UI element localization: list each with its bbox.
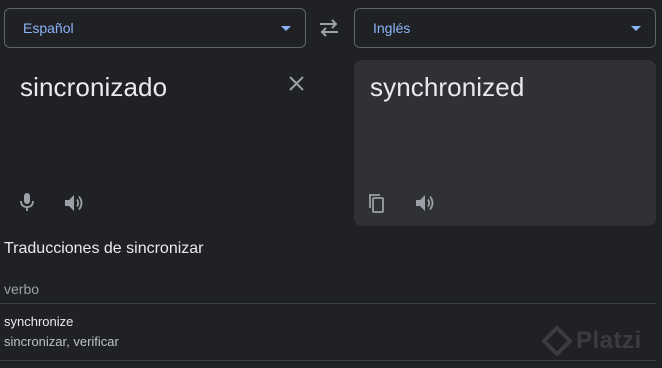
dictionary-entry-word[interactable]: synchronize <box>4 314 73 329</box>
listen-source-button[interactable] <box>62 191 86 215</box>
part-of-speech-label: verbo <box>4 281 40 297</box>
copy-icon <box>369 194 384 213</box>
chevron-down-icon <box>631 25 641 31</box>
platzi-watermark: Platzi <box>542 326 642 356</box>
target-language-select[interactable]: Inglés <box>354 8 656 48</box>
copy-translation-button[interactable] <box>365 191 389 215</box>
platzi-logo-icon <box>542 326 572 356</box>
speaker-icon <box>416 195 434 211</box>
divider <box>0 360 656 361</box>
watermark-text: Platzi <box>576 327 642 354</box>
target-language-label: Inglés <box>373 20 411 36</box>
translated-text: synchronized <box>370 72 525 102</box>
source-language-select[interactable]: Español <box>4 8 306 48</box>
source-language-label: Español <box>23 20 74 36</box>
listen-translation-button[interactable] <box>413 191 437 215</box>
source-text-input[interactable]: sincronizado <box>20 72 167 103</box>
dictionary-entry-translations: sincronizar, verificar <box>4 334 119 349</box>
clear-source-button[interactable] <box>284 72 308 96</box>
swap-languages-button[interactable] <box>316 17 342 39</box>
close-icon <box>289 76 304 91</box>
voice-input-button[interactable] <box>15 190 39 214</box>
swap-icon <box>320 19 338 37</box>
translation-panel: synchronized <box>354 60 656 226</box>
chevron-down-icon <box>281 25 291 31</box>
dictionary-heading: Traducciones de sincronizar <box>4 240 204 257</box>
speaker-icon <box>65 195 83 211</box>
divider <box>0 303 656 304</box>
microphone-icon <box>20 193 34 211</box>
